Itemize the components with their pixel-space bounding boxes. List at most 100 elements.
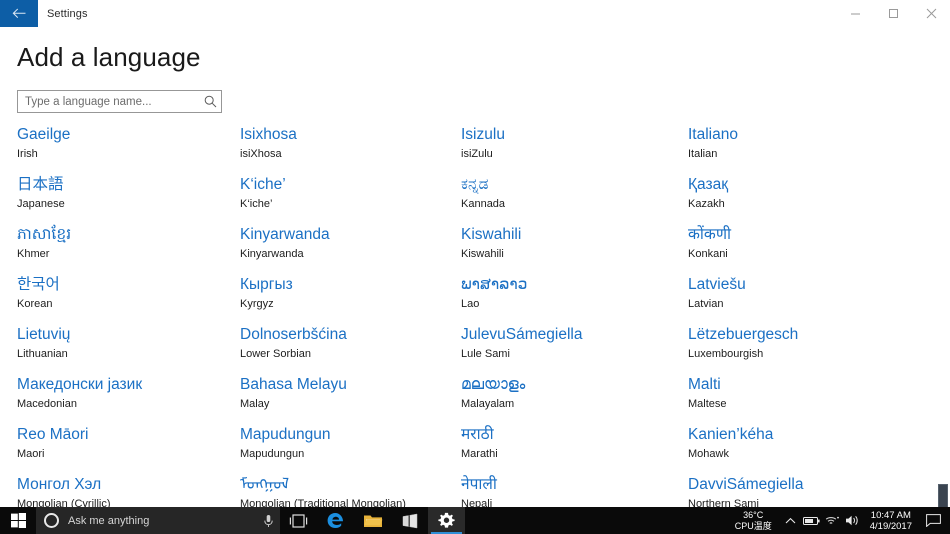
window-controls bbox=[836, 0, 950, 27]
back-button[interactable] bbox=[0, 0, 38, 27]
system-tray: 36°C CPU温度 10:47 AM 4/19/2017 bbox=[727, 507, 950, 534]
language-item[interactable]: Македонски јазик Macedonian bbox=[17, 372, 240, 422]
close-button[interactable] bbox=[912, 0, 950, 27]
language-english-name: K‘iche’ bbox=[240, 198, 273, 210]
store-button[interactable] bbox=[391, 507, 428, 534]
language-item[interactable]: कोंकणी Konkani bbox=[688, 222, 950, 272]
start-button[interactable] bbox=[0, 507, 36, 534]
settings-window: Settings Add a language Type a language … bbox=[0, 0, 950, 534]
language-native-name: ᠮᠣᠩᠭᠣᠯ bbox=[240, 476, 290, 493]
language-item[interactable]: ភាសាខ្មែរ Khmer bbox=[17, 222, 240, 272]
speaker-icon bbox=[846, 515, 858, 526]
language-native-name: Кыргыз bbox=[240, 276, 293, 293]
language-english-name: Japanese bbox=[17, 198, 65, 210]
title-bar: Settings bbox=[0, 0, 950, 27]
language-native-name: Gaeilge bbox=[17, 126, 71, 143]
language-native-name: Dolnoserbšćina bbox=[240, 326, 347, 343]
chevron-up-icon bbox=[785, 517, 796, 523]
language-english-name: Northern Sami bbox=[688, 498, 759, 507]
network-button[interactable] bbox=[822, 515, 843, 527]
search-input[interactable] bbox=[18, 91, 199, 112]
language-native-name: Қазақ bbox=[688, 176, 728, 193]
language-item[interactable]: Isizulu isiZulu bbox=[461, 122, 688, 172]
language-item[interactable]: 한국어 Korean bbox=[17, 272, 240, 322]
language-item[interactable]: Reo Māori Maori bbox=[17, 422, 240, 472]
scrollbar-thumb[interactable] bbox=[938, 484, 948, 507]
search-icon[interactable] bbox=[199, 91, 221, 112]
cpu-temp-widget[interactable]: 36°C CPU温度 bbox=[727, 510, 780, 532]
language-item[interactable]: Кыргыз Kyrgyz bbox=[240, 272, 461, 322]
edge-button[interactable] bbox=[317, 507, 354, 534]
language-english-name: Korean bbox=[17, 298, 53, 310]
language-english-name: Luxembourgish bbox=[688, 348, 764, 360]
battery-button[interactable] bbox=[801, 516, 822, 526]
microphone-glyph bbox=[264, 514, 273, 527]
language-english-name: Malay bbox=[240, 398, 270, 410]
language-english-name: Latvian bbox=[688, 298, 724, 310]
file-explorer-button[interactable] bbox=[354, 507, 391, 534]
language-item[interactable]: Gaeilge Irish bbox=[17, 122, 240, 172]
clock-widget[interactable]: 10:47 AM 4/19/2017 bbox=[864, 510, 920, 532]
action-center-button[interactable] bbox=[920, 514, 946, 527]
language-item[interactable]: മലയാളം Malayalam bbox=[461, 372, 688, 422]
microphone-icon[interactable] bbox=[263, 514, 274, 528]
language-english-name: Macedonian bbox=[17, 398, 77, 410]
language-item[interactable]: Монгол Хэл Mongolian (Cyrillic) bbox=[17, 472, 240, 507]
minimize-icon bbox=[850, 13, 860, 15]
language-item[interactable]: Kiswahili Kiswahili bbox=[461, 222, 688, 272]
language-english-name: Kyrgyz bbox=[240, 298, 274, 310]
language-search-box[interactable] bbox=[17, 90, 222, 113]
language-item[interactable]: ಕನ್ನಡ Kannada bbox=[461, 172, 688, 222]
language-native-name: ភាសាខ្មែរ bbox=[17, 226, 72, 243]
language-native-name: DavviSámegiella bbox=[688, 476, 804, 493]
wifi-icon bbox=[826, 516, 840, 524]
language-english-name: Marathi bbox=[461, 448, 498, 460]
cortana-search-box[interactable]: Ask me anything bbox=[36, 507, 280, 534]
language-item[interactable]: Dolnoserbšćina Lower Sorbian bbox=[240, 322, 461, 372]
language-item[interactable]: Lëtzebuergesch Luxembourgish bbox=[688, 322, 950, 372]
language-english-name: Maori bbox=[17, 448, 45, 460]
language-english-name: Kinyarwanda bbox=[240, 248, 304, 260]
language-item[interactable]: Lietuvių Lithuanian bbox=[17, 322, 240, 372]
language-item[interactable]: Kinyarwanda Kinyarwanda bbox=[240, 222, 461, 272]
language-item[interactable]: Latviešu Latvian bbox=[688, 272, 950, 322]
language-native-name: Latviešu bbox=[688, 276, 746, 293]
maximize-icon bbox=[888, 9, 898, 18]
language-item[interactable]: ᠮᠣᠩᠭᠣᠯ Mongolian (Traditional Mongolian) bbox=[240, 472, 461, 507]
battery-icon bbox=[802, 516, 820, 525]
language-native-name: 日本語 bbox=[17, 176, 64, 193]
language-item[interactable]: DavviSámegiella Northern Sami bbox=[688, 472, 950, 507]
minimize-button[interactable] bbox=[836, 0, 874, 27]
language-item[interactable]: नेपाली Nepali bbox=[461, 472, 688, 507]
language-item[interactable]: Қазақ Kazakh bbox=[688, 172, 950, 222]
language-item[interactable]: 日本語 Japanese bbox=[17, 172, 240, 222]
language-item[interactable]: Malti Maltese bbox=[688, 372, 950, 422]
language-english-name: isiXhosa bbox=[240, 148, 282, 160]
show-hidden-icons-button[interactable] bbox=[780, 517, 801, 525]
task-view-button[interactable] bbox=[280, 507, 317, 534]
language-english-name: Nepali bbox=[461, 498, 493, 507]
volume-button[interactable] bbox=[843, 514, 864, 527]
scrollbar-track[interactable] bbox=[936, 54, 950, 507]
settings-button[interactable] bbox=[428, 507, 465, 534]
language-item[interactable]: मराठी Marathi bbox=[461, 422, 688, 472]
language-native-name: ಕನ್ನಡ bbox=[461, 176, 489, 193]
window-title: Settings bbox=[47, 7, 88, 20]
language-english-name: Lower Sorbian bbox=[240, 348, 311, 360]
file-explorer-icon bbox=[363, 515, 382, 527]
language-english-name: Italian bbox=[688, 148, 718, 160]
action-center-icon bbox=[925, 514, 941, 527]
language-item[interactable]: Bahasa Melayu Malay bbox=[240, 372, 461, 422]
language-item[interactable]: Isixhosa isiXhosa bbox=[240, 122, 461, 172]
language-item[interactable]: Kanien’kéha Mohawk bbox=[688, 422, 950, 472]
taskbar: Ask me anything 36°C CPU温度 10:47 AM 4/19… bbox=[0, 507, 950, 534]
language-item[interactable]: Mapudungun Mapudungun bbox=[240, 422, 461, 472]
maximize-button[interactable] bbox=[874, 0, 912, 27]
language-item[interactable]: JulevuSámegiella Lule Sami bbox=[461, 322, 688, 372]
language-item[interactable]: K‘iche’ K‘iche’ bbox=[240, 172, 461, 222]
language-item[interactable]: Italiano Italian bbox=[688, 122, 950, 172]
windows-start-icon bbox=[10, 513, 26, 528]
cortana-circle-icon bbox=[44, 513, 59, 528]
language-english-name: Malayalam bbox=[461, 398, 515, 410]
language-item[interactable]: ພາສາລາວ Lao bbox=[461, 272, 688, 322]
